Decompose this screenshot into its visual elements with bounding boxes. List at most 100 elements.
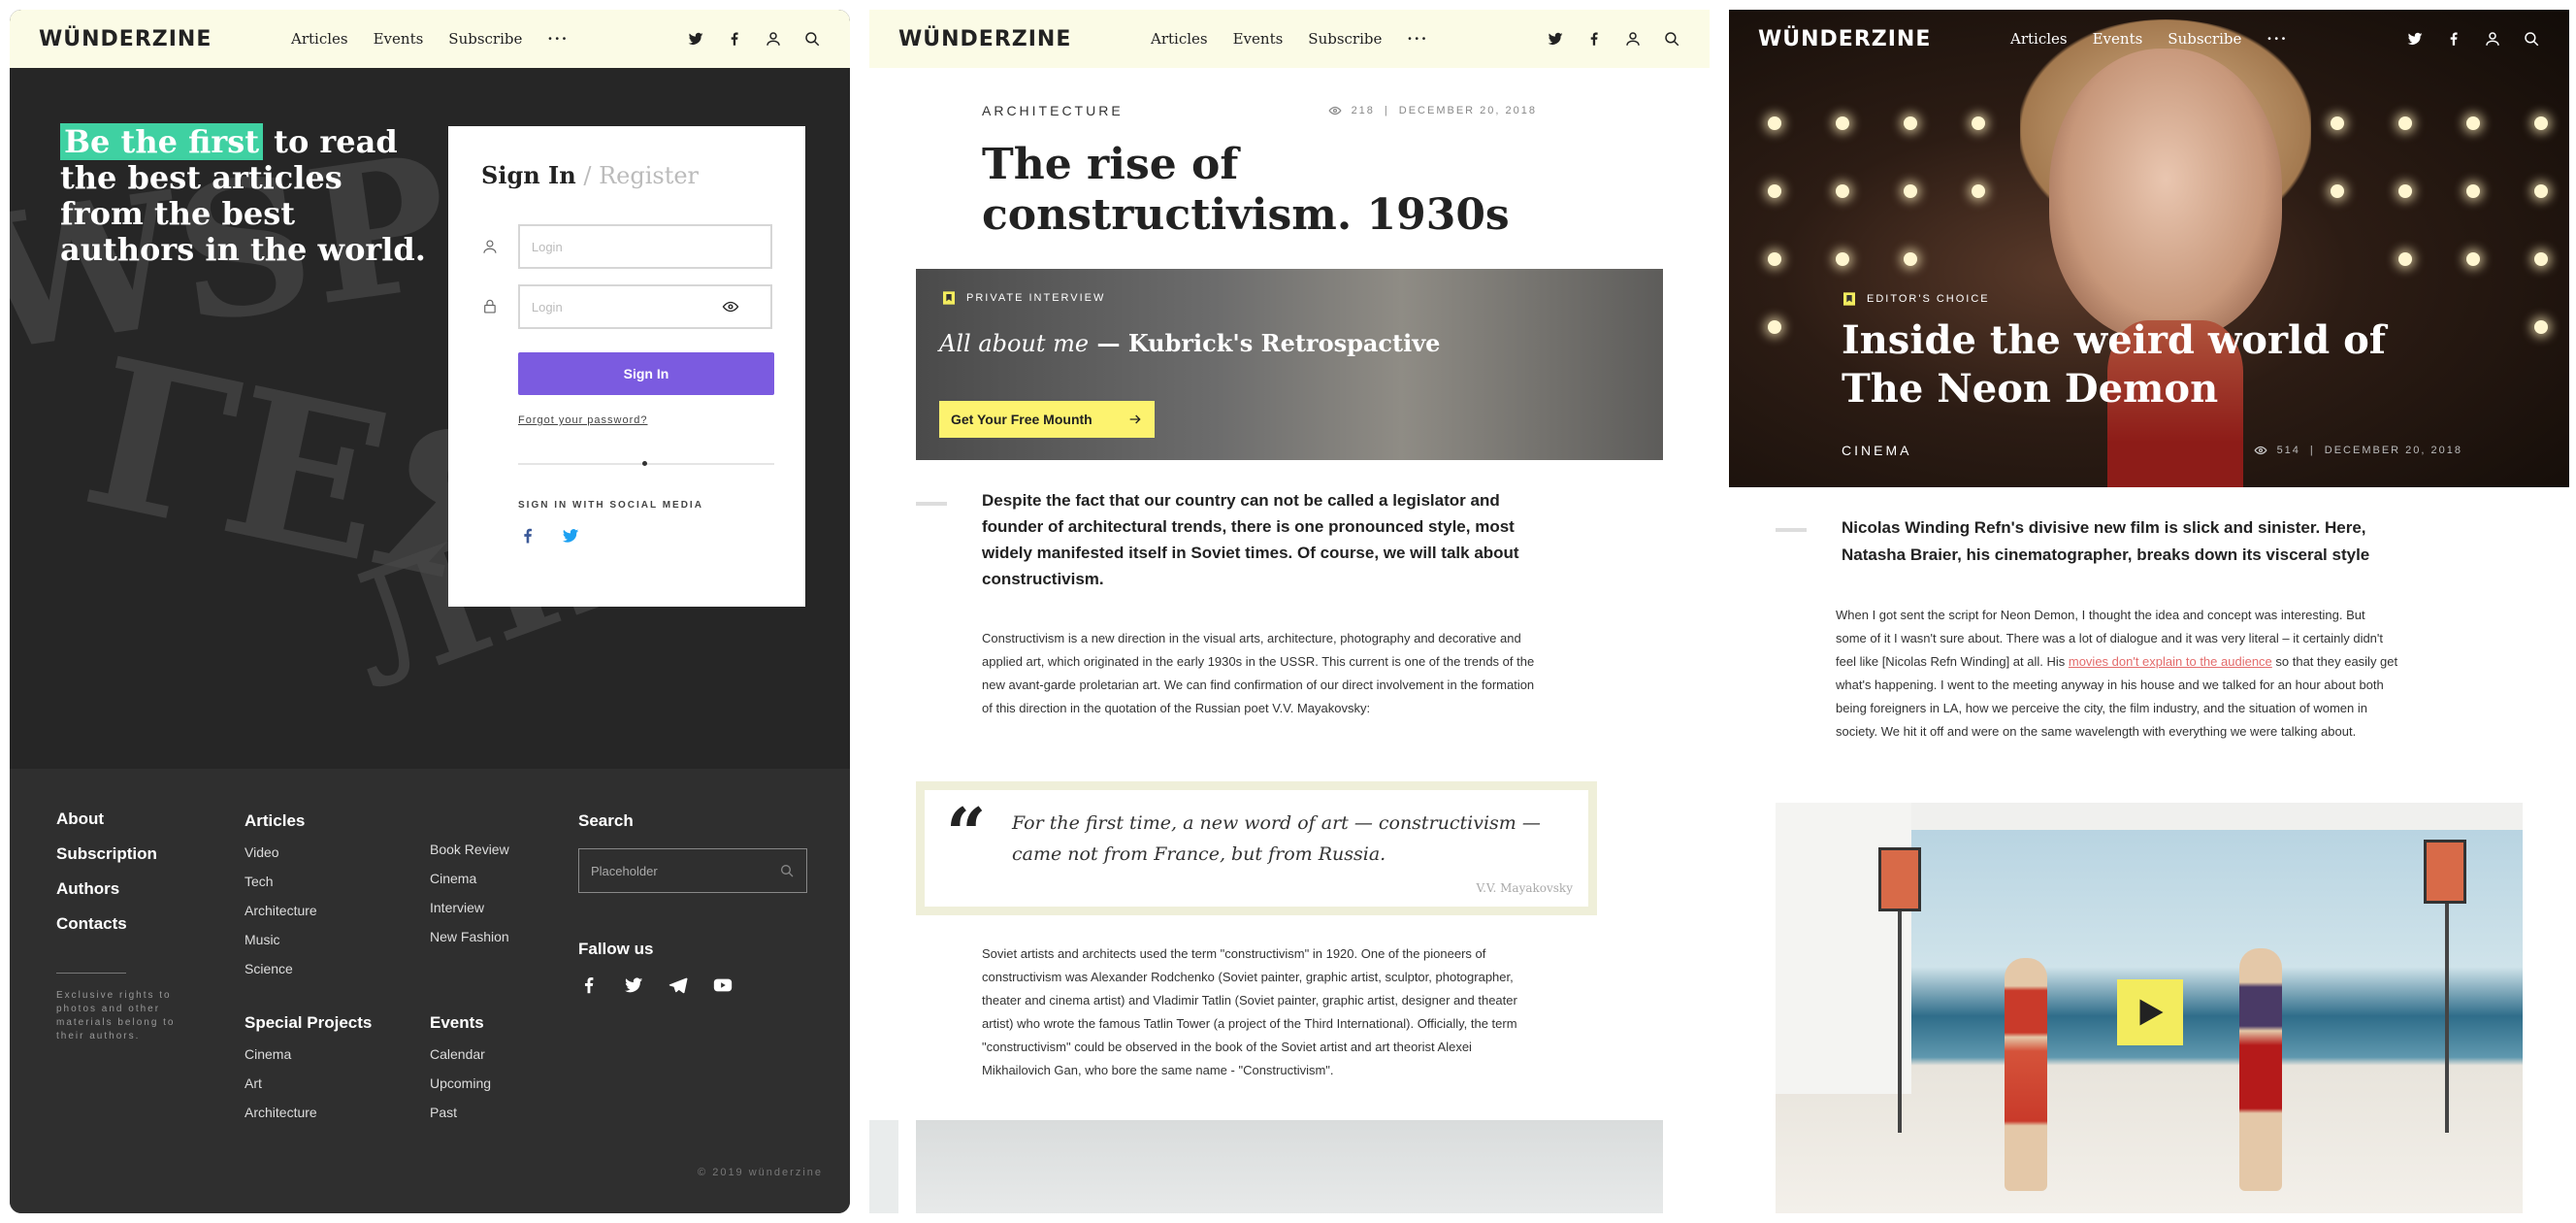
footer-main-links: About Subscription Authors Contacts Excl… [56, 810, 192, 1043]
facebook-icon[interactable] [518, 526, 538, 545]
eye-icon[interactable] [722, 298, 739, 315]
bookmark-icon [943, 291, 955, 305]
footer-link-science[interactable]: Science [245, 961, 317, 976]
video-player[interactable] [1776, 803, 2523, 1213]
search-icon[interactable] [1663, 30, 1680, 48]
footer-link-book-review[interactable]: Book Review [430, 842, 509, 857]
free-month-button[interactable]: Get Your Free Mounth [939, 401, 1155, 438]
footer-link-tech[interactable]: Tech [245, 874, 317, 889]
quote-mark-icon: “ [946, 792, 987, 875]
portrait-face [2049, 49, 2282, 340]
login-placeholder: Login [531, 239, 563, 254]
footer-events-title: Events [430, 1013, 484, 1032]
site-header: WÜNDERZINE Articles Events Subscribe ··· [869, 10, 1710, 68]
footer-search-input[interactable]: Placeholder [578, 848, 807, 893]
telegram-icon[interactable] [668, 975, 689, 996]
site-logo[interactable]: WÜNDERZINE [39, 27, 291, 51]
twitter-icon[interactable] [1547, 30, 1564, 48]
footer-link-special-art[interactable]: Art [245, 1075, 372, 1091]
more-menu-button[interactable]: ··· [1407, 30, 1428, 48]
footer-link-cinema[interactable]: Cinema [430, 871, 509, 886]
footer-link-interview[interactable]: Interview [430, 900, 509, 915]
feature-lead: Nicolas Winding Refn's divisive new film… [1842, 518, 2370, 564]
bookmark-icon [1843, 292, 1855, 306]
footer-link-authors[interactable]: Authors [56, 879, 192, 899]
forgot-password-link[interactable]: Forgot your password? [518, 414, 772, 426]
footer-special-projects-title: Special Projects [245, 1013, 373, 1032]
twitter-icon[interactable] [2406, 30, 2424, 48]
footer-link-past[interactable]: Past [430, 1105, 491, 1120]
nav-articles[interactable]: Articles [1151, 30, 1208, 48]
facebook-icon[interactable] [2445, 30, 2462, 48]
search-icon[interactable] [2523, 30, 2540, 48]
footer-link-contacts[interactable]: Contacts [56, 914, 192, 934]
meta-separator: | [2309, 445, 2315, 456]
play-icon [2139, 999, 2164, 1026]
footer-link-upcoming[interactable]: Upcoming [430, 1075, 491, 1091]
eye-icon [2254, 446, 2267, 455]
footer-link-about[interactable]: About [56, 810, 192, 829]
signin-tab[interactable]: Sign In [481, 161, 576, 189]
search-icon[interactable] [779, 863, 795, 878]
signin-card: Sign In / Register Login Login Sign In F… [448, 126, 805, 607]
more-menu-button[interactable]: ··· [2266, 30, 2288, 48]
nav-subscribe[interactable]: Subscribe [2168, 30, 2241, 48]
login-input[interactable]: Login [517, 224, 772, 269]
register-tab[interactable]: / Register [576, 162, 699, 189]
user-icon[interactable] [1624, 30, 1642, 48]
user-icon[interactable] [765, 30, 782, 48]
footer-rights-note: Exclusive rights to photos and other mat… [56, 990, 176, 1041]
footer-link-subscription[interactable]: Subscription [56, 844, 192, 864]
promo-banner[interactable]: PRIVATE INTERVIEW All about me — Kubrick… [916, 269, 1663, 460]
footer-link-new-fashion[interactable]: New Fashion [430, 929, 509, 944]
password-input[interactable]: Login [517, 284, 772, 329]
facebook-icon[interactable] [578, 975, 600, 996]
footer-link-calendar[interactable]: Calendar [430, 1046, 491, 1062]
eye-icon [1328, 106, 1342, 116]
footer-link-special-cinema[interactable]: Cinema [245, 1046, 372, 1062]
footer-link-music[interactable]: Music [245, 932, 317, 947]
twitter-icon[interactable] [561, 526, 580, 545]
main-nav: Articles Events Subscribe ··· [2010, 30, 2406, 48]
feature-meta: CINEMA 514 | DECEMBER 20, 2018 [1842, 443, 2462, 458]
promo-title-italic: All about me [939, 330, 1090, 357]
site-header: WÜNDERZINE Articles Events Subscribe ··· [10, 10, 850, 68]
site-logo[interactable]: WÜNDERZINE [1758, 27, 2010, 51]
footer-link-special-architecture[interactable]: Architecture [245, 1105, 372, 1120]
twitter-icon[interactable] [687, 30, 704, 48]
more-menu-button[interactable]: ··· [547, 30, 569, 48]
twitter-icon[interactable] [623, 975, 644, 996]
site-header: WÜNDERZINE Articles Events Subscribe ··· [1729, 10, 2569, 68]
article-title: The rise of constructivism. 1930s [982, 140, 1510, 240]
divider [518, 461, 774, 466]
password-placeholder: Login [531, 299, 563, 314]
footer-link-architecture[interactable]: Architecture [245, 903, 317, 918]
main-nav: Articles Events Subscribe ··· [1151, 30, 1547, 48]
signin-button[interactable]: Sign In [518, 352, 774, 395]
nav-events[interactable]: Events [1233, 30, 1284, 48]
site-logo[interactable]: WÜNDERZINE [898, 27, 1151, 51]
promo-title-rest: — Kubrick's Retrospactive [1089, 329, 1441, 357]
play-button[interactable] [2117, 979, 2183, 1045]
feature-category[interactable]: CINEMA [1842, 443, 1911, 458]
nav-events[interactable]: Events [374, 30, 424, 48]
nav-articles[interactable]: Articles [291, 30, 348, 48]
user-icon[interactable] [2484, 30, 2501, 48]
footer-search-placeholder: Placeholder [591, 863, 658, 878]
nav-subscribe[interactable]: Subscribe [448, 30, 522, 48]
nav-subscribe[interactable]: Subscribe [1308, 30, 1382, 48]
inline-link[interactable]: movies don't explain to the audience [2069, 654, 2272, 669]
meta-separator: | [1384, 105, 1389, 116]
nav-articles[interactable]: Articles [2010, 30, 2068, 48]
facebook-icon[interactable] [1585, 30, 1603, 48]
article-date: DECEMBER 20, 2018 [1398, 105, 1537, 116]
footer-link-video[interactable]: Video [245, 844, 317, 860]
facebook-icon[interactable] [726, 30, 743, 48]
nav-events[interactable]: Events [2093, 30, 2143, 48]
footer-copyright: © 2019 wünderzine [698, 1167, 823, 1178]
article-category[interactable]: ARCHITECTURE [982, 103, 1124, 118]
model-figure [2005, 958, 2047, 1191]
youtube-icon[interactable] [712, 975, 734, 996]
feature-hero-image: WÜNDERZINE Articles Events Subscribe ···… [1729, 10, 2569, 487]
search-icon[interactable] [803, 30, 821, 48]
